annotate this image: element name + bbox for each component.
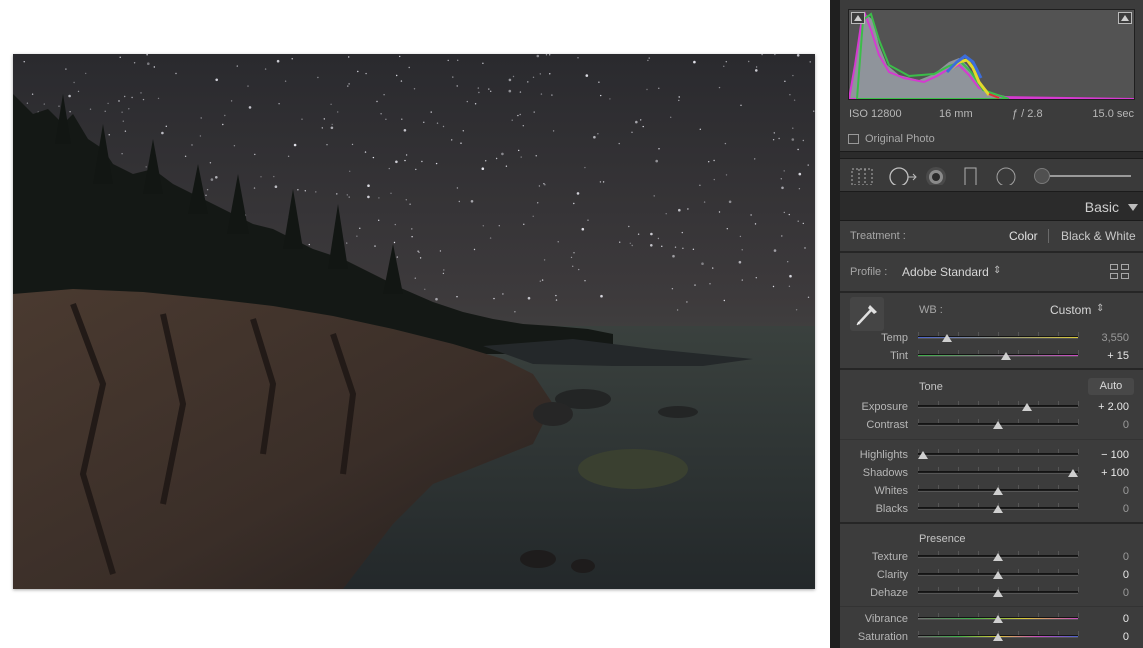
adjustment-brush-icon[interactable] — [1034, 168, 1050, 184]
texture-label: Texture — [871, 551, 908, 563]
divider — [840, 606, 1143, 607]
vibrance-label: Vibrance — [864, 613, 908, 625]
basic-section-header[interactable]: Basic — [840, 194, 1143, 221]
tint-slider-track[interactable] — [918, 354, 1078, 357]
whites-value[interactable]: 0 — [1123, 485, 1129, 497]
histogram-chart — [847, 11, 1135, 100]
highlights-slider-knob[interactable] — [918, 451, 928, 459]
divider — [840, 522, 1143, 524]
treatment-separator — [1048, 229, 1049, 243]
basic-panel: Treatment : Color Black & White Profile … — [840, 221, 1143, 648]
highlight-clipping-toggle[interactable] — [1118, 12, 1132, 24]
saturation-label: Saturation — [857, 631, 908, 643]
temp-value[interactable]: 3,550 — [1101, 332, 1129, 344]
auto-tone-button[interactable]: Auto — [1088, 378, 1134, 395]
divider — [840, 251, 1143, 253]
develop-panel: ISO 12800 16 mm ƒ / 2.8 15.0 sec Origina… — [840, 0, 1143, 648]
shadows-value[interactable]: + 100 — [1101, 467, 1129, 479]
clarity-value[interactable]: 0 — [1123, 569, 1129, 581]
temp-slider-knob[interactable] — [941, 334, 952, 342]
treatment-color-option[interactable]: Color — [1009, 229, 1038, 243]
divider — [840, 368, 1143, 370]
contrast-slider-knob[interactable] — [993, 421, 1003, 429]
contrast-label: Contrast — [866, 419, 908, 431]
presence-label: Presence — [919, 533, 966, 545]
clarity-label: Clarity — [876, 569, 908, 581]
dehaze-value[interactable]: 0 — [1123, 587, 1129, 599]
divider — [840, 291, 1143, 293]
tint-slider-knob[interactable] — [1001, 352, 1011, 360]
original-photo-label: Original Photo — [865, 133, 935, 145]
histogram-graph[interactable] — [847, 9, 1135, 100]
tint-value[interactable]: + 15 — [1107, 350, 1129, 362]
night-landscape-image — [13, 54, 815, 589]
tint-label: Tint — [890, 350, 908, 362]
saturation-slider-knob[interactable] — [993, 633, 1003, 641]
brush-slider-track[interactable] — [1038, 175, 1131, 177]
whites-slider-knob[interactable] — [993, 487, 1003, 495]
panel-divider[interactable] — [830, 0, 840, 648]
shadow-clipping-toggle[interactable] — [851, 12, 865, 24]
white-balance-eyedropper-icon[interactable] — [850, 297, 884, 331]
exposure-slider-track[interactable] — [918, 405, 1078, 408]
original-photo-toggle[interactable]: Original Photo — [848, 133, 935, 145]
shadows-label: Shadows — [862, 467, 908, 479]
divider — [840, 439, 1143, 440]
exposure-slider-knob[interactable] — [1021, 403, 1032, 411]
graduated-filter-icon[interactable] — [963, 167, 979, 185]
tool-strip — [840, 158, 1143, 192]
spot-removal-icon[interactable] — [888, 167, 918, 185]
histogram-panel: ISO 12800 16 mm ƒ / 2.8 15.0 sec Origina… — [840, 0, 1143, 152]
profile-browser-icon[interactable] — [1110, 264, 1129, 280]
treatment-label: Treatment : — [850, 230, 906, 242]
vibrance-value[interactable]: 0 — [1123, 613, 1129, 625]
blacks-slider-knob[interactable] — [993, 505, 1003, 513]
treatment-bw-option[interactable]: Black & White — [1061, 229, 1136, 243]
dehaze-label: Dehaze — [870, 587, 908, 599]
exposure-value[interactable]: + 2.00 — [1098, 401, 1129, 413]
wb-stepper-icon[interactable]: ⇕ — [1096, 303, 1104, 314]
highlights-label: Highlights — [859, 449, 908, 461]
photo-canvas — [0, 0, 830, 648]
shadows-slider-knob[interactable] — [1068, 469, 1078, 477]
basic-section-title: Basic — [1084, 199, 1119, 215]
whites-label: Whites — [874, 485, 908, 497]
exif-aperture: ƒ / 2.8 — [1012, 108, 1043, 120]
wb-select[interactable]: Custom — [1050, 303, 1091, 317]
tone-label: Tone — [919, 381, 943, 393]
highlights-value[interactable]: − 100 — [1101, 449, 1129, 461]
profile-label: Profile : — [850, 266, 888, 278]
exif-focal-length: 16 mm — [939, 108, 973, 120]
clarity-slider-knob[interactable] — [993, 571, 1003, 579]
original-photo-checkbox[interactable] — [848, 134, 859, 144]
radial-filter-icon[interactable] — [994, 167, 1018, 185]
photo-preview[interactable] — [13, 54, 815, 589]
exif-iso: ISO 12800 — [849, 108, 902, 120]
contrast-value[interactable]: 0 — [1123, 419, 1129, 431]
exposure-label: Exposure — [861, 401, 908, 413]
exif-shutter: 15.0 sec — [1092, 108, 1134, 120]
profile-stepper-icon[interactable]: ⇕ — [993, 265, 1001, 276]
vibrance-slider-knob[interactable] — [993, 615, 1003, 623]
dehaze-slider-knob[interactable] — [993, 589, 1003, 597]
saturation-value[interactable]: 0 — [1123, 631, 1129, 643]
shadows-slider-track[interactable] — [918, 471, 1078, 474]
temp-label: Temp — [881, 332, 908, 344]
blacks-value[interactable]: 0 — [1123, 503, 1129, 515]
crop-overlay-icon[interactable] — [850, 167, 876, 185]
profile-select[interactable]: Adobe Standard — [902, 265, 989, 279]
texture-slider-knob[interactable] — [993, 553, 1003, 561]
collapse-triangle-icon[interactable] — [1128, 204, 1138, 211]
red-eye-icon[interactable] — [925, 167, 949, 185]
highlights-slider-track[interactable] — [918, 453, 1078, 456]
wb-label: WB : — [919, 304, 943, 316]
blacks-label: Blacks — [875, 503, 908, 515]
texture-value[interactable]: 0 — [1123, 551, 1129, 563]
